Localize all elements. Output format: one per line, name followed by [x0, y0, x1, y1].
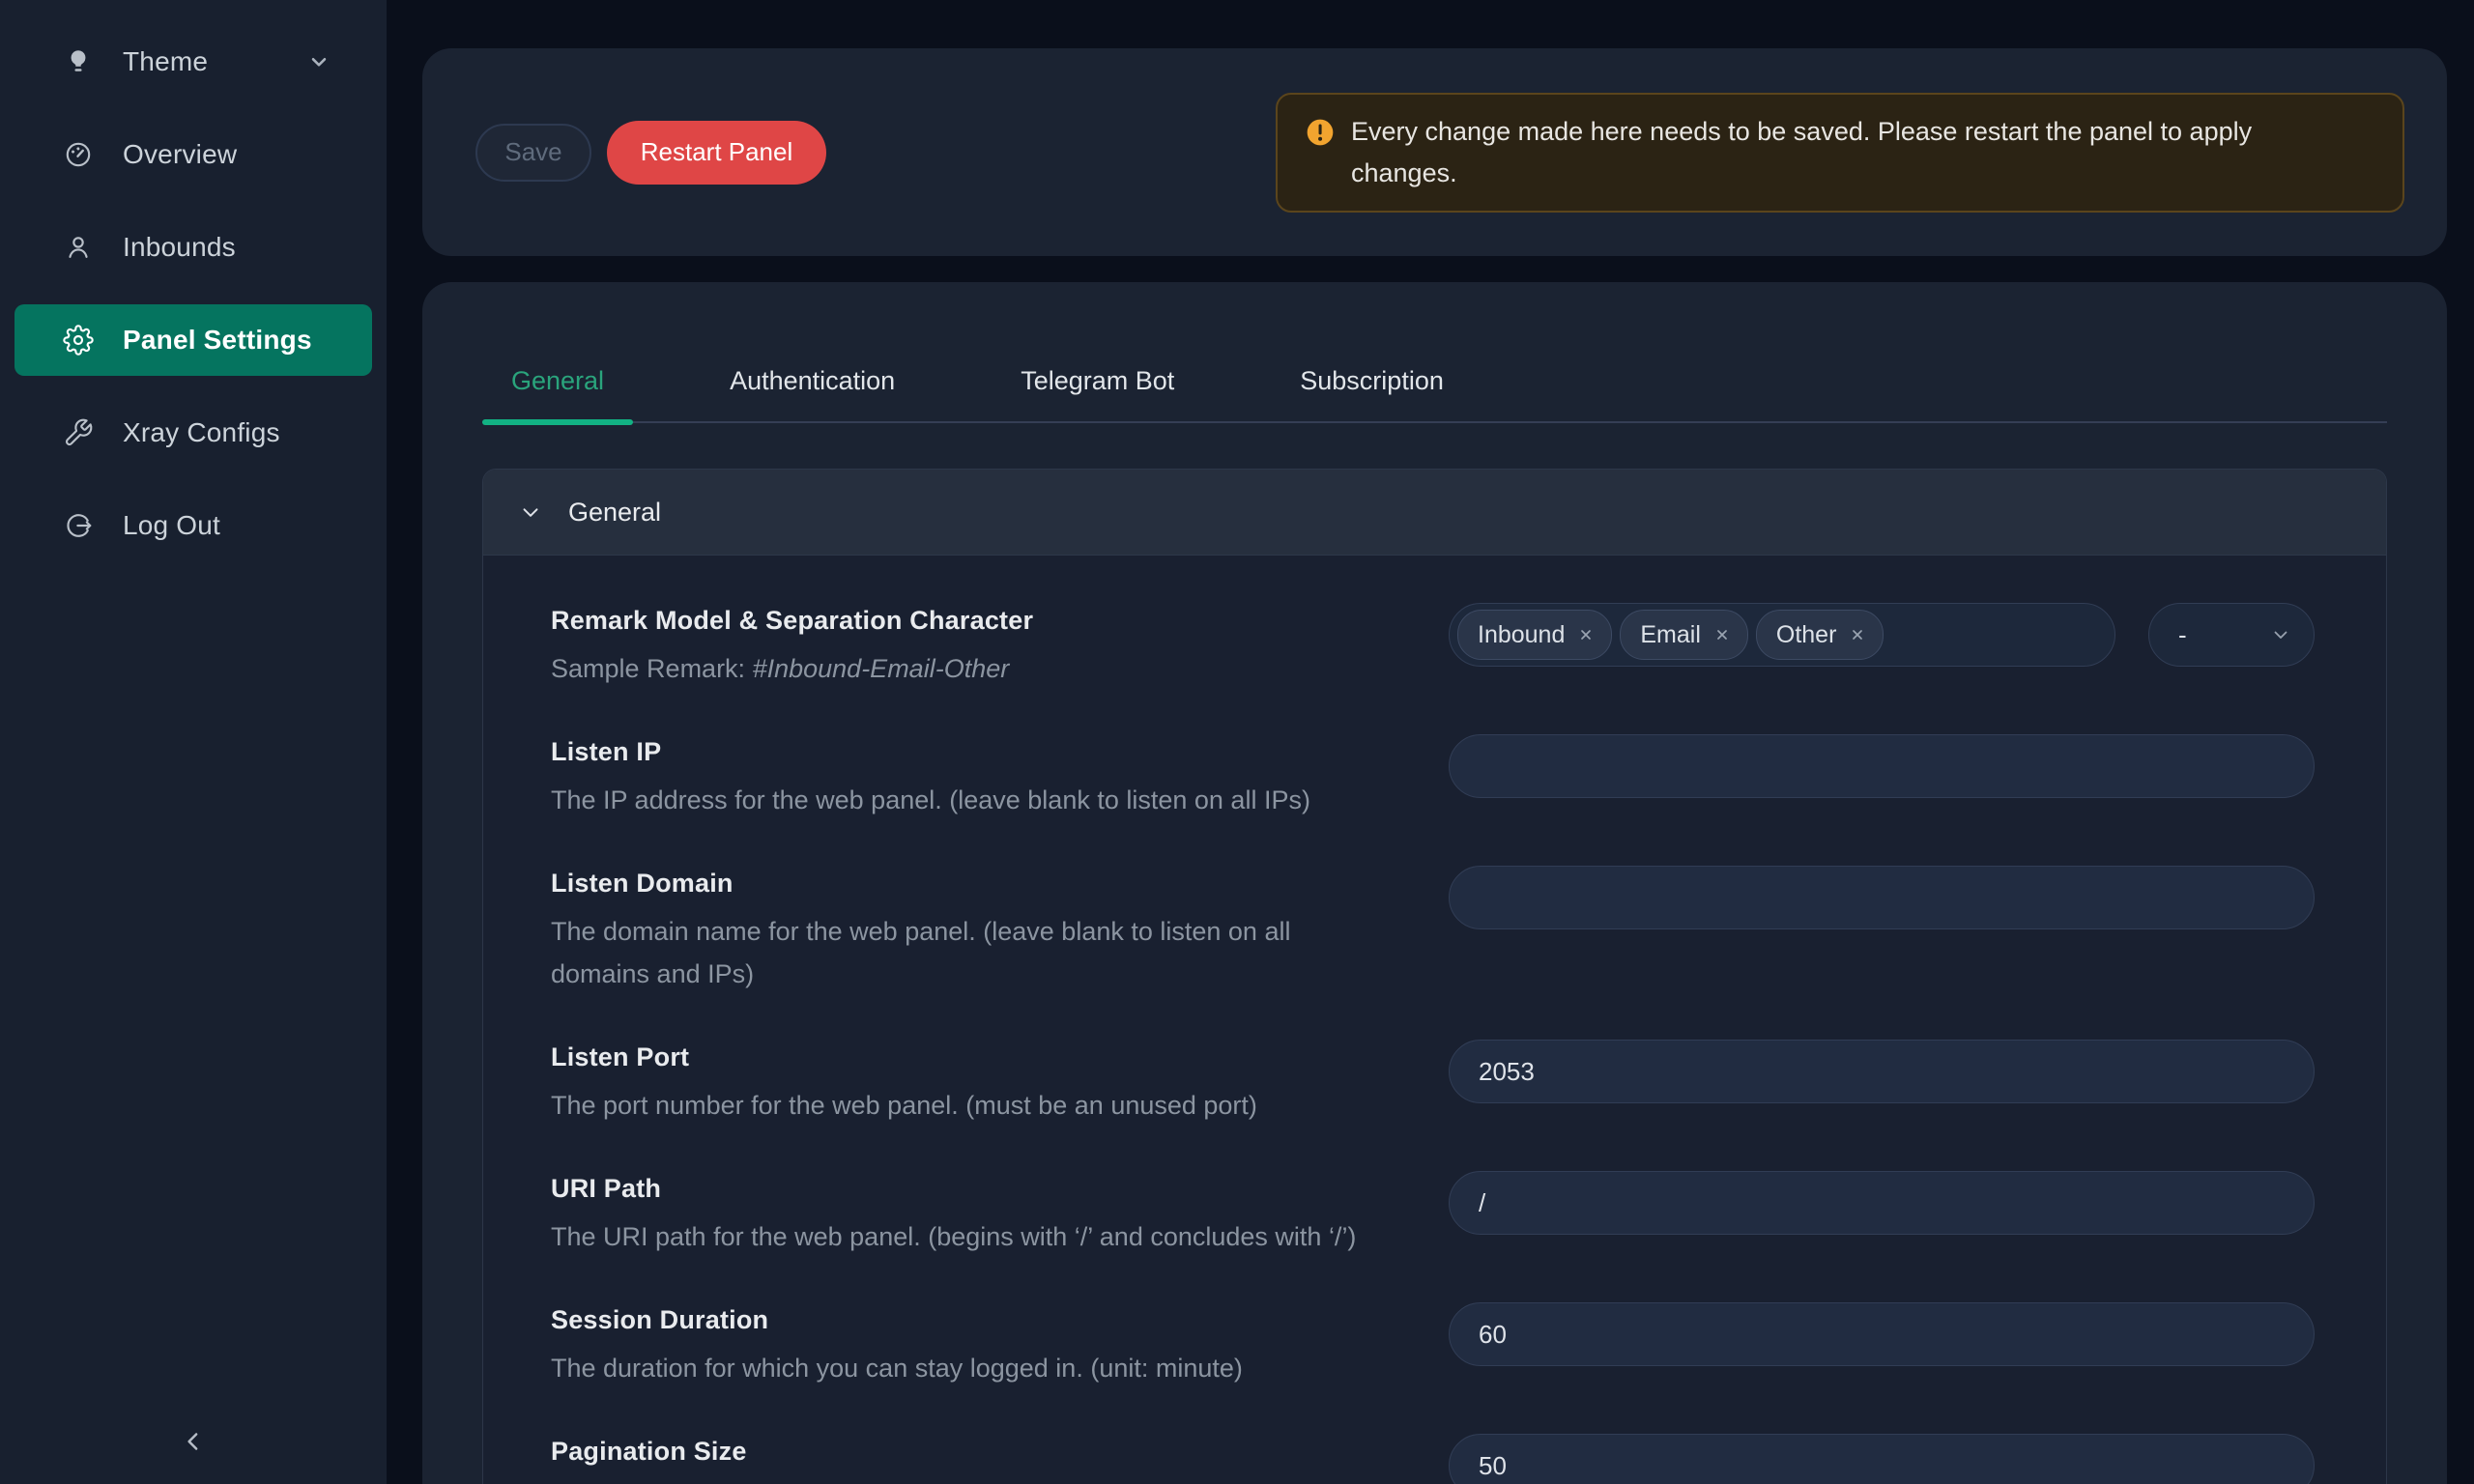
tag-label: Email [1640, 621, 1701, 649]
tag-label: Inbound [1478, 621, 1565, 649]
separator-select[interactable]: - [2148, 603, 2315, 667]
chevron-down-icon [306, 49, 331, 74]
form-row-listen-ip: Listen IP The IP address for the web pan… [551, 734, 2315, 821]
sidebar-item-label: Log Out [123, 510, 220, 541]
sample-remark-value: #Inbound-Email-Other [753, 654, 1010, 683]
sidebar-collapse-button[interactable] [170, 1418, 216, 1465]
form-row-listen-domain: Listen Domain The domain name for the we… [551, 866, 2315, 995]
chevron-left-icon [179, 1427, 208, 1456]
field-description: The port number for the web panel. (must… [551, 1084, 1372, 1127]
general-panel-header[interactable]: General [483, 470, 2386, 556]
chevron-down-icon [2269, 623, 2292, 646]
field-label: Remark Model & Separation Character [551, 603, 1410, 638]
sidebar-item-label: Panel Settings [123, 325, 312, 356]
remark-tag: Inbound [1457, 610, 1612, 660]
bulb-icon [63, 46, 94, 77]
logout-icon [63, 510, 94, 541]
sidebar-item-label: Inbounds [123, 232, 236, 263]
restart-panel-button[interactable]: Restart Panel [607, 121, 826, 185]
warning-icon [1305, 117, 1336, 148]
sidebar-item-label: Overview [123, 139, 237, 170]
pagination-size-input[interactable] [1449, 1434, 2315, 1484]
app-root: Theme Overview Inbounds [0, 0, 2474, 1484]
settings-card: General Authentication Telegram Bot Subs… [422, 282, 2447, 1484]
tag-remove-icon[interactable] [1576, 625, 1596, 644]
main-area: Save Restart Panel Every change made her… [387, 0, 2474, 1484]
form-row-session-duration: Session Duration The duration for which … [551, 1302, 2315, 1389]
remark-model-multiselect[interactable]: Inbound Email Other [1449, 603, 2115, 667]
field-description: The duration for which you can stay logg… [551, 1347, 1372, 1389]
field-label: Listen IP [551, 734, 1410, 769]
tab-general[interactable]: General [482, 363, 633, 421]
sidebar-item-label: Xray Configs [123, 417, 280, 448]
sidebar-item-xray-configs[interactable]: Xray Configs [14, 397, 372, 469]
listen-port-input[interactable] [1449, 1040, 2315, 1103]
tab-authentication[interactable]: Authentication [701, 363, 924, 421]
listen-ip-input[interactable] [1449, 734, 2315, 798]
uri-path-input[interactable] [1449, 1171, 2315, 1235]
settings-tabs: General Authentication Telegram Bot Subs… [482, 363, 2387, 423]
chevron-down-icon [518, 499, 543, 525]
tag-label: Other [1776, 621, 1837, 649]
form-row-remark-model: Remark Model & Separation Character Samp… [551, 603, 2315, 690]
sidebar-item-log-out[interactable]: Log Out [14, 490, 372, 561]
field-description: Sample Remark: #Inbound-Email-Other [551, 647, 1372, 690]
tab-subscription[interactable]: Subscription [1271, 363, 1473, 421]
general-collapse-panel: General Remark Model & Separation Charac… [482, 469, 2387, 1484]
gauge-icon [63, 139, 94, 170]
sidebar: Theme Overview Inbounds [0, 0, 387, 1484]
sidebar-item-panel-settings[interactable]: Panel Settings [14, 304, 372, 376]
wrench-icon [63, 417, 94, 448]
general-panel-body: Remark Model & Separation Character Samp… [483, 556, 2386, 1484]
field-label: Session Duration [551, 1302, 1410, 1337]
separator-value: - [2178, 620, 2187, 650]
tag-remove-icon[interactable] [1712, 625, 1732, 644]
field-label: URI Path [551, 1171, 1410, 1206]
remark-tag: Other [1756, 610, 1884, 660]
field-label: Pagination Size [551, 1434, 1410, 1469]
field-description: The IP address for the web panel. (leave… [551, 779, 1372, 821]
panel-title: General [568, 498, 661, 528]
gear-icon [63, 325, 94, 356]
remark-tag: Email [1620, 610, 1748, 660]
toolbar-card: Save Restart Panel Every change made her… [422, 48, 2447, 256]
field-description: The domain name for the web panel. (leav… [551, 910, 1372, 995]
session-duration-input[interactable] [1449, 1302, 2315, 1366]
sidebar-item-theme[interactable]: Theme [14, 26, 372, 98]
listen-domain-input[interactable] [1449, 866, 2315, 929]
tag-remove-icon[interactable] [1848, 625, 1867, 644]
sidebar-item-inbounds[interactable]: Inbounds [14, 212, 372, 283]
field-label: Listen Domain [551, 866, 1410, 900]
form-row-uri-path: URI Path The URI path for the web panel.… [551, 1171, 2315, 1258]
sample-remark-prefix: Sample Remark: [551, 654, 753, 683]
tab-telegram-bot[interactable]: Telegram Bot [992, 363, 1203, 421]
alert-message: Every change made here needs to be saved… [1351, 111, 2298, 194]
field-label: Listen Port [551, 1040, 1410, 1074]
field-description: The URI path for the web panel. (begins … [551, 1215, 1372, 1258]
user-icon [63, 232, 94, 263]
restart-warning-alert: Every change made here needs to be saved… [1276, 93, 2404, 213]
form-row-pagination-size: Pagination Size [551, 1434, 2315, 1484]
sidebar-item-label: Theme [123, 46, 208, 77]
sidebar-item-overview[interactable]: Overview [14, 119, 372, 190]
form-row-listen-port: Listen Port The port number for the web … [551, 1040, 2315, 1127]
save-button[interactable]: Save [475, 124, 591, 182]
